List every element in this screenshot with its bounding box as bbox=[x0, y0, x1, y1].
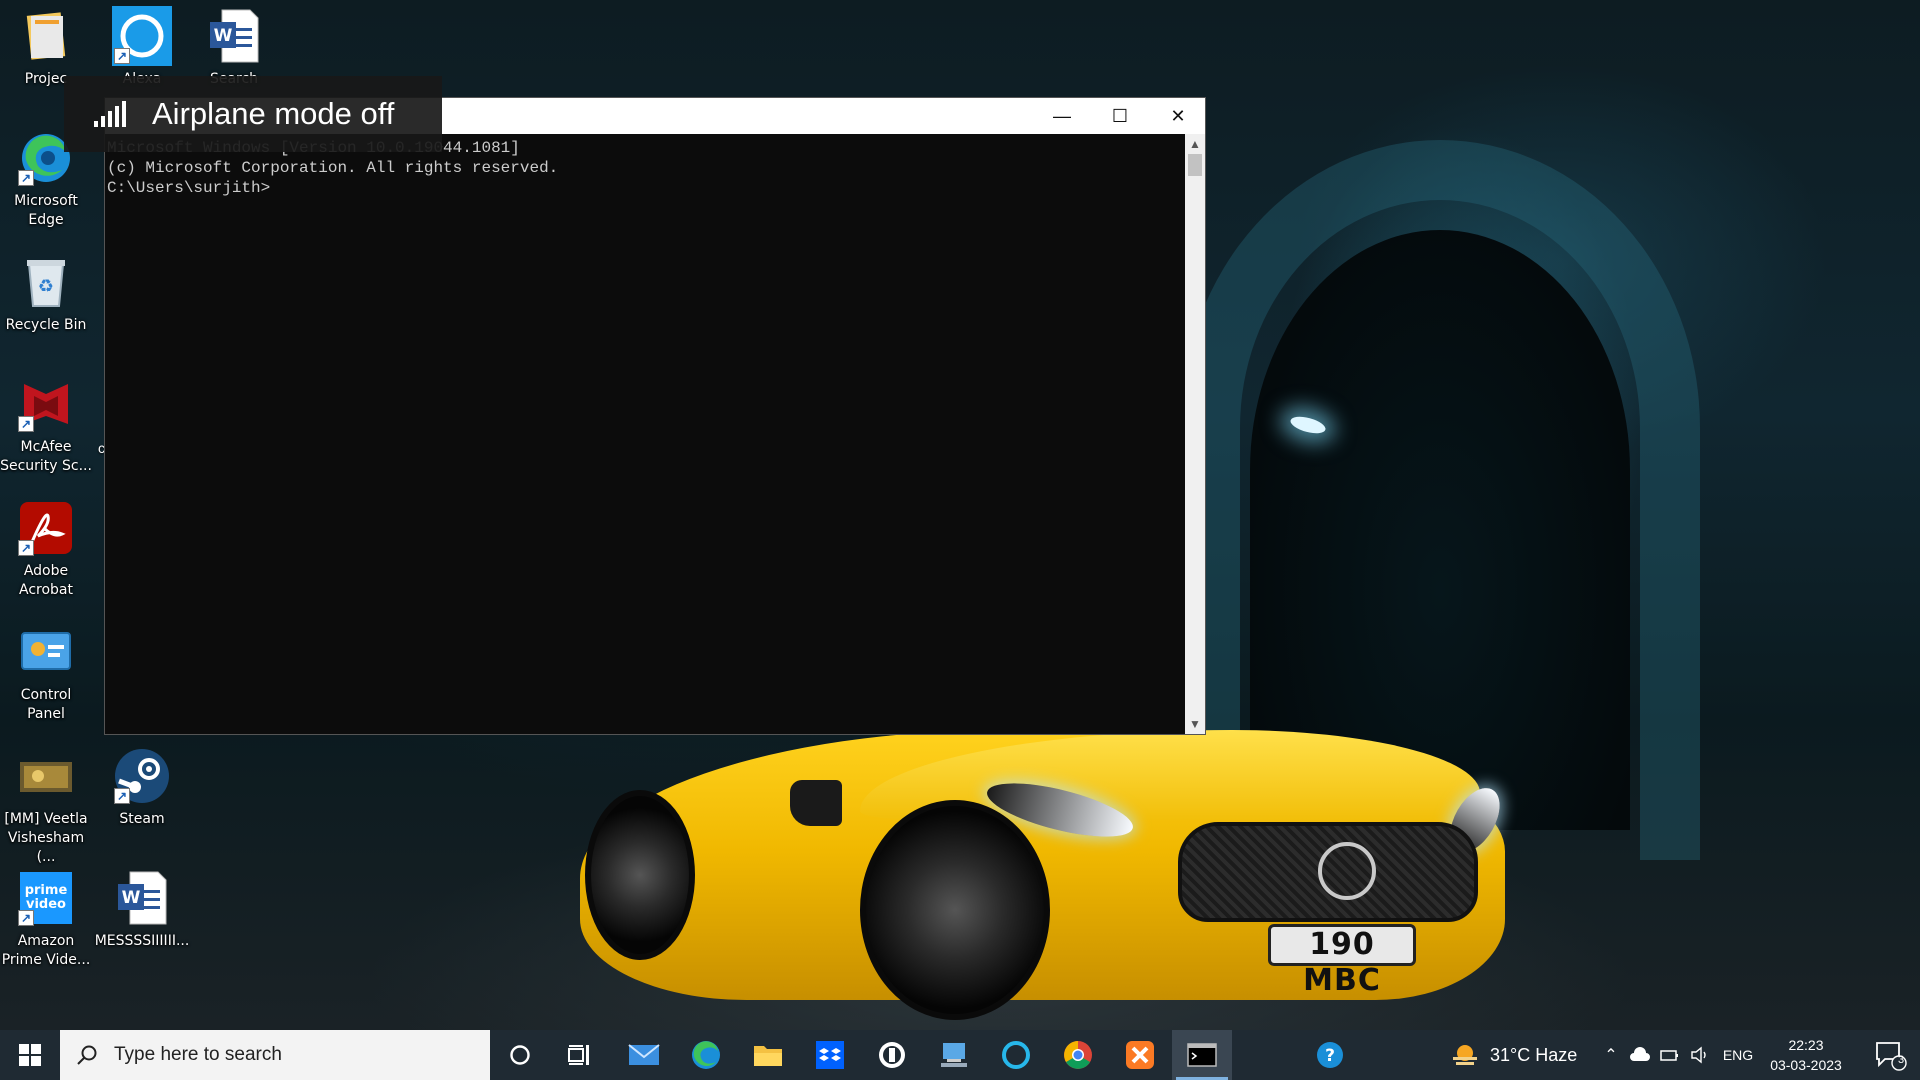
airplane-mode-text: Airplane mode off bbox=[152, 96, 395, 131]
shortcut-arrow-icon: ↗ bbox=[114, 48, 130, 64]
word-doc-icon: W bbox=[112, 868, 172, 928]
taskbar-alexa[interactable] bbox=[986, 1030, 1046, 1080]
shortcut-arrow-icon: ↗ bbox=[114, 788, 130, 804]
wallpaper-car-logo bbox=[1318, 842, 1376, 900]
wallpaper-car-front-wheel bbox=[860, 800, 1050, 1020]
input-language-button[interactable]: ENG bbox=[1718, 1030, 1758, 1080]
airplane-mode-toast: Airplane mode off bbox=[64, 76, 442, 152]
wallpaper-car-vent bbox=[790, 780, 842, 826]
cortana-icon bbox=[510, 1045, 530, 1065]
desktop-icon-adobe-acrobat[interactable]: ↗ Adobe Acrobat bbox=[0, 498, 92, 600]
signal-bars-icon bbox=[94, 101, 126, 127]
scroll-up-icon[interactable]: ▲ bbox=[1185, 134, 1205, 154]
recycle-bin-icon: ♻ bbox=[16, 252, 76, 312]
help-icon: ? bbox=[1317, 1042, 1343, 1068]
cmd-prompt-line: C:\Users\surjith> bbox=[107, 179, 271, 197]
taskbar-app[interactable] bbox=[862, 1030, 922, 1080]
svg-text:♻: ♻ bbox=[38, 276, 54, 297]
taskbar-clock[interactable]: 22:23 03-03-2023 bbox=[1760, 1030, 1852, 1080]
cmd-console-output[interactable]: Microsoft Windows [Version 10.0.19044.10… bbox=[105, 134, 1185, 734]
windows-logo-icon bbox=[19, 1044, 41, 1066]
cortana-button[interactable] bbox=[490, 1030, 550, 1080]
clock-date: 03-03-2023 bbox=[1770, 1057, 1842, 1073]
speaker-icon bbox=[1691, 1046, 1706, 1064]
taskbar-edge[interactable] bbox=[676, 1030, 736, 1080]
alexa-icon bbox=[1002, 1041, 1030, 1069]
taskbar-desktop-app[interactable] bbox=[924, 1030, 984, 1080]
battery-icon bbox=[1660, 1050, 1678, 1061]
weather-widget[interactable]: 31°C Haze bbox=[1450, 1030, 1600, 1080]
task-view-button[interactable] bbox=[550, 1030, 610, 1080]
cmd-line: (c) Microsoft Corporation. All rights re… bbox=[107, 159, 559, 177]
xampp-icon bbox=[1126, 1041, 1154, 1069]
shortcut-arrow-icon: ↗ bbox=[18, 416, 34, 432]
command-prompt-window[interactable]: — ☐ ✕ Microsoft Windows [Version 10.0.19… bbox=[104, 97, 1206, 735]
close-button[interactable]: ✕ bbox=[1149, 98, 1207, 134]
wallpaper-license-plate: 190 MBC bbox=[1268, 924, 1416, 998]
scroll-down-icon[interactable]: ▼ bbox=[1185, 714, 1205, 734]
mcafee-icon: ↗ bbox=[16, 374, 76, 434]
desktop-app-icon bbox=[941, 1043, 967, 1067]
search-icon bbox=[74, 1042, 100, 1068]
steam-icon: ↗ bbox=[112, 746, 172, 806]
task-view-icon bbox=[568, 1045, 589, 1065]
edge-icon bbox=[692, 1041, 720, 1069]
taskbar: Type here to search ? 31°C Haze ⌃ ENG 22… bbox=[0, 1030, 1920, 1080]
shortcut-arrow-icon: ↗ bbox=[18, 540, 34, 556]
chrome-icon bbox=[1064, 1041, 1092, 1069]
desktop-icon-prime-video[interactable]: prime video ↗ Amazon Prime Vide... bbox=[0, 868, 92, 970]
word-doc-icon: W bbox=[204, 6, 264, 66]
prime-video-icon: prime video ↗ bbox=[16, 868, 76, 928]
file-explorer-icon bbox=[754, 1046, 782, 1066]
tray-network[interactable] bbox=[1656, 1030, 1684, 1080]
desktop-icon-recycle-bin[interactable]: ♻ Recycle Bin bbox=[0, 252, 92, 335]
folder-icon bbox=[16, 6, 76, 66]
taskbar-help[interactable]: ? bbox=[1300, 1030, 1360, 1080]
cloud-icon bbox=[1630, 1047, 1650, 1061]
clock-time: 22:23 bbox=[1788, 1037, 1824, 1053]
scroll-thumb[interactable] bbox=[1188, 154, 1202, 176]
maximize-button[interactable]: ☐ bbox=[1091, 98, 1149, 134]
chevron-up-icon: ⌃ bbox=[1604, 1047, 1618, 1064]
taskbar-command-prompt[interactable] bbox=[1172, 1030, 1232, 1080]
search-placeholder: Type here to search bbox=[114, 1044, 282, 1065]
taskbar-dropbox[interactable] bbox=[800, 1030, 860, 1080]
show-hidden-icons-button[interactable]: ⌃ bbox=[1598, 1030, 1624, 1080]
taskbar-search-box[interactable]: Type here to search bbox=[60, 1030, 490, 1080]
shortcut-arrow-icon: ↗ bbox=[18, 170, 34, 186]
tray-volume[interactable] bbox=[1686, 1030, 1714, 1080]
weather-text: 31°C Haze bbox=[1490, 1044, 1578, 1065]
dropbox-icon bbox=[816, 1041, 844, 1069]
svg-text:prime: prime bbox=[25, 883, 68, 898]
shortcut-arrow-icon: ↗ bbox=[18, 910, 34, 926]
alexa-icon: ↗ bbox=[112, 6, 172, 66]
tray-onedrive[interactable] bbox=[1626, 1030, 1654, 1080]
svg-text:W: W bbox=[214, 26, 233, 46]
language-indicator: ENG bbox=[1722, 1047, 1754, 1063]
video-thumbnail-icon bbox=[16, 746, 76, 806]
cmd-scrollbar[interactable]: ▲ ▼ bbox=[1185, 134, 1205, 734]
taskbar-file-explorer[interactable] bbox=[738, 1030, 798, 1080]
app-icon bbox=[879, 1042, 905, 1068]
desktop-icon-mcafee[interactable]: ↗ McAfee Security Sc... bbox=[0, 374, 92, 476]
svg-text:W: W bbox=[122, 888, 141, 908]
taskbar-mail[interactable] bbox=[614, 1030, 674, 1080]
minimize-button[interactable]: — bbox=[1033, 98, 1091, 134]
taskbar-chrome[interactable] bbox=[1048, 1030, 1108, 1080]
control-panel-icon bbox=[16, 622, 76, 682]
weather-haze-icon bbox=[1453, 1045, 1477, 1065]
desktop-icon-control-panel[interactable]: Control Panel bbox=[0, 622, 92, 724]
cmd-icon bbox=[1187, 1043, 1217, 1067]
start-button[interactable] bbox=[0, 1030, 60, 1080]
wallpaper-car-rear-wheel bbox=[585, 790, 695, 960]
acrobat-icon: ↗ bbox=[16, 498, 76, 558]
taskbar-xampp[interactable] bbox=[1110, 1030, 1170, 1080]
desktop-icon-steam[interactable]: ↗ Steam bbox=[96, 746, 188, 829]
mail-icon bbox=[628, 1044, 660, 1065]
svg-text:?: ? bbox=[1325, 1046, 1335, 1066]
action-center-button[interactable]: 3 bbox=[1860, 1030, 1920, 1080]
desktop-icon-video-file[interactable]: [MM] Veetla Vishesham (... bbox=[0, 746, 92, 867]
desktop-icon-messi-doc[interactable]: W MESSSSIIIIII... bbox=[95, 868, 189, 951]
notification-count: 3 bbox=[1898, 1054, 1905, 1066]
